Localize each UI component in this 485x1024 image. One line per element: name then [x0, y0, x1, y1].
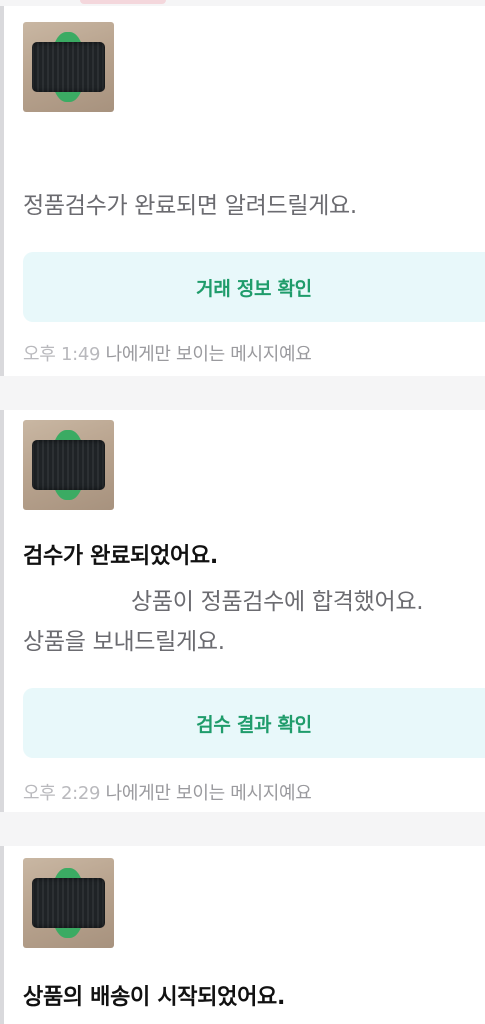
previous-message-edge: [80, 0, 166, 4]
product-thumbnail[interactable]: [23, 420, 114, 510]
product-thumbnail[interactable]: [23, 858, 114, 948]
view-inspection-result-button[interactable]: 검수 결과 확인: [23, 688, 485, 758]
message-time: 오후 1:49: [23, 344, 101, 365]
message-body: 정품검수가 완료되면 알려드릴게요.: [23, 186, 479, 226]
message-side-bar: [0, 410, 4, 812]
message-title: 상품의 배송이 시작되었어요.: [23, 985, 286, 1010]
message-body-line: 상품을 보내드릴게요.: [23, 629, 225, 655]
chat-message-1: 정품검수가 완료되면 알려드릴게요. 거래 정보 확인 오후 1:49 나에게만…: [0, 6, 485, 376]
view-transaction-info-button[interactable]: 거래 정보 확인: [23, 252, 485, 322]
visibility-note: 나에게만 보이는 메시지예요: [105, 344, 312, 365]
message-side-bar: [0, 6, 4, 376]
chat-message-2: 검수가 완료되었어요. 상품이 정품검수에 합격했어요. 상품을 보내드릴게요.…: [0, 410, 485, 812]
message-side-bar: [0, 846, 4, 1024]
chat-message-3: 상품의 배송이 시작되었어요.: [0, 846, 485, 1024]
visibility-note: 나에게만 보이는 메시지예요: [105, 783, 312, 804]
message-meta: 오후 1:49 나에게만 보이는 메시지예요: [23, 340, 312, 366]
message-body-line: 상품이 정품검수에 합격했어요.: [131, 589, 424, 615]
message-body-line: 정품검수가 완료되면 알려드릴게요.: [23, 193, 357, 219]
message-time: 오후 2:29: [23, 783, 101, 804]
message-title: 검수가 완료되었어요.: [23, 544, 218, 569]
product-thumbnail[interactable]: [23, 22, 114, 112]
message-body: 상품이 정품검수에 합격했어요. 상품을 보내드릴게요.: [23, 582, 479, 662]
message-meta: 오후 2:29 나에게만 보이는 메시지예요: [23, 779, 312, 805]
